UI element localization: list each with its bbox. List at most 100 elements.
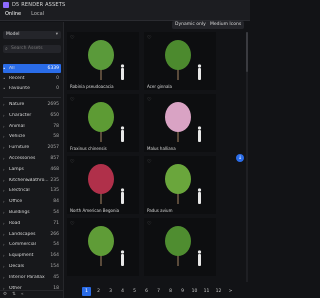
favourite-icon[interactable]: ♡ [70, 35, 74, 41]
title-bar: D5 RENDER ASSETS [0, 0, 250, 10]
page-button-6[interactable]: 6 [142, 287, 151, 296]
sidebar-item-commercial[interactable]: › Commercial 54 [3, 240, 61, 249]
sidebar-item-furniture[interactable]: › Furniture 2057 [3, 143, 61, 152]
asset-card[interactable]: ♡ Fraxinus chinensis [67, 94, 139, 152]
sidebar-item-buildings[interactable]: › Buildings 54 [3, 208, 61, 217]
favourite-icon[interactable]: ♡ [70, 159, 74, 165]
favourite-icon[interactable]: ♡ [147, 159, 151, 165]
dynamic-only-filter[interactable]: Dynamic only [172, 21, 209, 29]
sidebar-item-count: 154 [50, 264, 59, 269]
page-button-10[interactable]: 10 [190, 287, 199, 296]
chevron-down-icon: ▾ [55, 32, 58, 37]
asset-card[interactable]: ♡ Robinia pseudoacacia [67, 32, 139, 90]
asset-name: Robinia pseudoacacia [70, 84, 114, 89]
sidebar-item-count: 135 [50, 188, 59, 194]
search-input[interactable]: ⌕ Search Assets [3, 45, 61, 53]
tab-online[interactable]: Online [0, 11, 26, 20]
sidebar-item-count: 857 [50, 156, 59, 161]
favourite-icon[interactable]: ♡ [70, 221, 74, 227]
page-button-4[interactable]: 4 [118, 287, 127, 296]
sidebar-item-label: All [9, 66, 15, 71]
icon-size-select[interactable]: Medium Icons [207, 21, 245, 29]
asset-name: Acer ginnala [147, 84, 172, 89]
sidebar-item-landscapes[interactable]: › Landscapes 266 [3, 230, 61, 239]
filter-icon[interactable]: ⇅ [12, 292, 16, 297]
favourite-icon[interactable]: ♡ [147, 35, 151, 41]
download-button[interactable]: ↓ [236, 154, 244, 162]
sidebar-item-count: 54 [53, 210, 59, 215]
sidebar-item-equipment[interactable]: › Equipment 164 [3, 251, 61, 260]
asset-name: Padus avium [147, 208, 173, 213]
sidebar-item-count: 71 [53, 220, 59, 226]
collapse-icon[interactable]: « [21, 292, 24, 297]
sidebar-item-nature[interactable]: › Nature 2695 [3, 100, 61, 109]
sidebar-item-character[interactable]: › Character 650 [3, 111, 61, 120]
asset-card[interactable]: ♡ Acer ginnala [144, 32, 216, 90]
tree-thumbnail [165, 102, 202, 142]
settings-icon[interactable]: ⚙ [3, 292, 7, 297]
asset-card[interactable]: ♡ [67, 218, 139, 276]
sidebar-item-decals[interactable]: › Decals 154 [3, 262, 61, 271]
sidebar-item-label: Electrical [9, 188, 30, 194]
page-button-9[interactable]: 9 [178, 287, 187, 296]
scrollbar-thumb[interactable] [246, 32, 248, 72]
sidebar-item-electrical[interactable]: › Electrical 135 [3, 186, 61, 195]
sidebar-item-label: Recent [9, 76, 25, 81]
page-button-11[interactable]: 11 [202, 287, 211, 296]
category-select[interactable]: Model ▾ [3, 31, 61, 39]
page-button-5[interactable]: 5 [130, 287, 139, 296]
pagination: 1 2 3 4 5 6 7 8 9 10 11 12 > [64, 284, 250, 298]
sidebar-item-count: 2695 [47, 102, 59, 107]
asset-card[interactable]: ♡ [144, 218, 216, 276]
sidebar-item-favourite[interactable]: • Favourite 0 [3, 84, 61, 93]
asset-card[interactable]: ♡ Padus avium [144, 156, 216, 214]
tree-thumbnail [165, 164, 202, 204]
tree-thumbnail [88, 164, 125, 204]
sidebar-item-all[interactable]: • All 6339 [3, 64, 61, 73]
sidebar-item-animal[interactable]: › Animal 78 [3, 122, 61, 131]
favourite-icon[interactable]: ♡ [147, 221, 151, 227]
sidebar-item-label: Accessories [9, 156, 36, 161]
search-placeholder: Search Assets [11, 46, 43, 51]
sidebar-item-label: Buildings [9, 210, 30, 215]
sidebar-item-vehicle[interactable]: › Vehicle 58 [3, 132, 61, 141]
sidebar-item-label: Landscapes [9, 231, 36, 237]
page-button-1[interactable]: 1 [82, 286, 91, 296]
tree-thumbnail [88, 40, 125, 80]
sidebar-item-label: Office [9, 199, 23, 205]
sidebar-item-label: Equipment [9, 253, 34, 259]
next-page-icon[interactable]: > [226, 287, 235, 296]
sidebar-item-lamps[interactable]: › Lamps 468 [3, 165, 61, 174]
asset-name: Fraxinus chinensis [70, 146, 107, 151]
sidebar-item-road[interactable]: › Road 71 [3, 219, 61, 228]
favourite-icon[interactable]: ♡ [70, 97, 74, 103]
asset-card[interactable]: ♡ Malus halliana [144, 94, 216, 152]
sidebar-item-kitchen-bathro[interactable]: › Kitchen&Bathro... 235 [3, 176, 61, 185]
page-button-2[interactable]: 2 [94, 287, 103, 296]
sidebar-item-office[interactable]: › Office 84 [3, 197, 61, 206]
sidebar-item-label: Road [9, 220, 21, 226]
page-button-8[interactable]: 8 [166, 287, 175, 296]
scrollbar[interactable] [246, 32, 248, 282]
sidebar-item-label: Animal [9, 123, 25, 129]
sidebar-item-count: 45 [53, 274, 59, 280]
page-button-3[interactable]: 3 [106, 287, 115, 296]
sidebar-item-count: 235 [50, 177, 59, 183]
sidebar-item-label: Furniture [9, 145, 30, 151]
sidebar-item-label: Lamps [9, 166, 24, 172]
sidebar-item-recent[interactable]: • Recent 0 [3, 74, 61, 83]
sidebar-item-count: 54 [53, 242, 59, 248]
sidebar-item-label: Kitchen&Bathro... [9, 177, 49, 183]
tab-local[interactable]: Local [26, 11, 49, 20]
favourite-icon[interactable]: ♡ [147, 97, 151, 103]
page-button-12[interactable]: 12 [214, 287, 223, 296]
sidebar-divider [3, 97, 61, 98]
search-icon: ⌕ [5, 46, 8, 52]
sidebar-item-label: Nature [9, 102, 25, 107]
sidebar-item-accessories[interactable]: › Accessories 857 [3, 154, 61, 163]
sidebar-item-interior-parallax[interactable]: › Interior Parallax 45 [3, 273, 61, 282]
sidebar-item-count: 650 [50, 112, 59, 118]
asset-card[interactable]: ♡ North American Begonia [67, 156, 139, 214]
sidebar: Model ▾ ⌕ Search Assets • All 6339 • Recent 0… [0, 22, 64, 298]
page-button-7[interactable]: 7 [154, 287, 163, 296]
